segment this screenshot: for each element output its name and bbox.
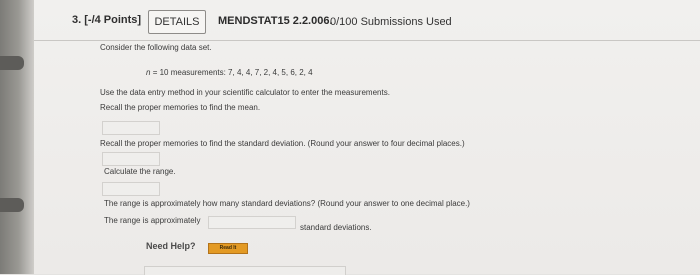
- instruction-text: Use the data entry method in your scient…: [100, 88, 390, 97]
- recall-sd-text: Recall the proper memories to find the s…: [100, 139, 465, 148]
- need-help-label: Need Help?: [146, 241, 196, 251]
- range-question-text: The range is approximately how many stan…: [104, 199, 470, 208]
- edge-notch: [0, 198, 24, 212]
- data-set-line: n = 10 measurements: 7, 4, 4, 7, 2, 4, 5…: [146, 69, 313, 77]
- points-label: [-/4 Points]: [84, 14, 142, 26]
- range-answer-input[interactable]: [102, 182, 160, 196]
- range-sd-answer-input[interactable]: [208, 216, 296, 229]
- question-number-label: 3.: [72, 14, 82, 26]
- edge-notch: [0, 56, 24, 70]
- question-number: 3. [-/4 Points]: [72, 14, 141, 26]
- calc-range-text: Calculate the range.: [104, 167, 176, 176]
- details-button[interactable]: DETAILS: [148, 10, 206, 34]
- sd-answer-input[interactable]: [102, 152, 160, 166]
- read-it-button[interactable]: Read It: [208, 243, 248, 254]
- intro-text: Consider the following data set.: [100, 43, 212, 52]
- submissions-used: 0/100 Submissions Used: [330, 16, 452, 28]
- n-symbol: n: [146, 68, 151, 77]
- mean-answer-input[interactable]: [102, 121, 160, 135]
- recall-mean-text: Recall the proper memories to find the m…: [100, 103, 261, 112]
- range-approx-label: The range is approximately: [104, 216, 201, 225]
- question-header: 3. [-/4 Points] DETAILS MENDSTAT15 2.2.0…: [34, 0, 700, 41]
- std-devs-label: standard deviations.: [300, 223, 372, 232]
- left-edge-strip: [0, 0, 34, 274]
- data-values: = 10 measurements: 7, 4, 4, 7, 2, 4, 5, …: [152, 68, 313, 77]
- course-code: MENDSTAT15 2.2.006.: [218, 15, 333, 27]
- question-panel: 3. [-/4 Points] DETAILS MENDSTAT15 2.2.0…: [34, 0, 700, 275]
